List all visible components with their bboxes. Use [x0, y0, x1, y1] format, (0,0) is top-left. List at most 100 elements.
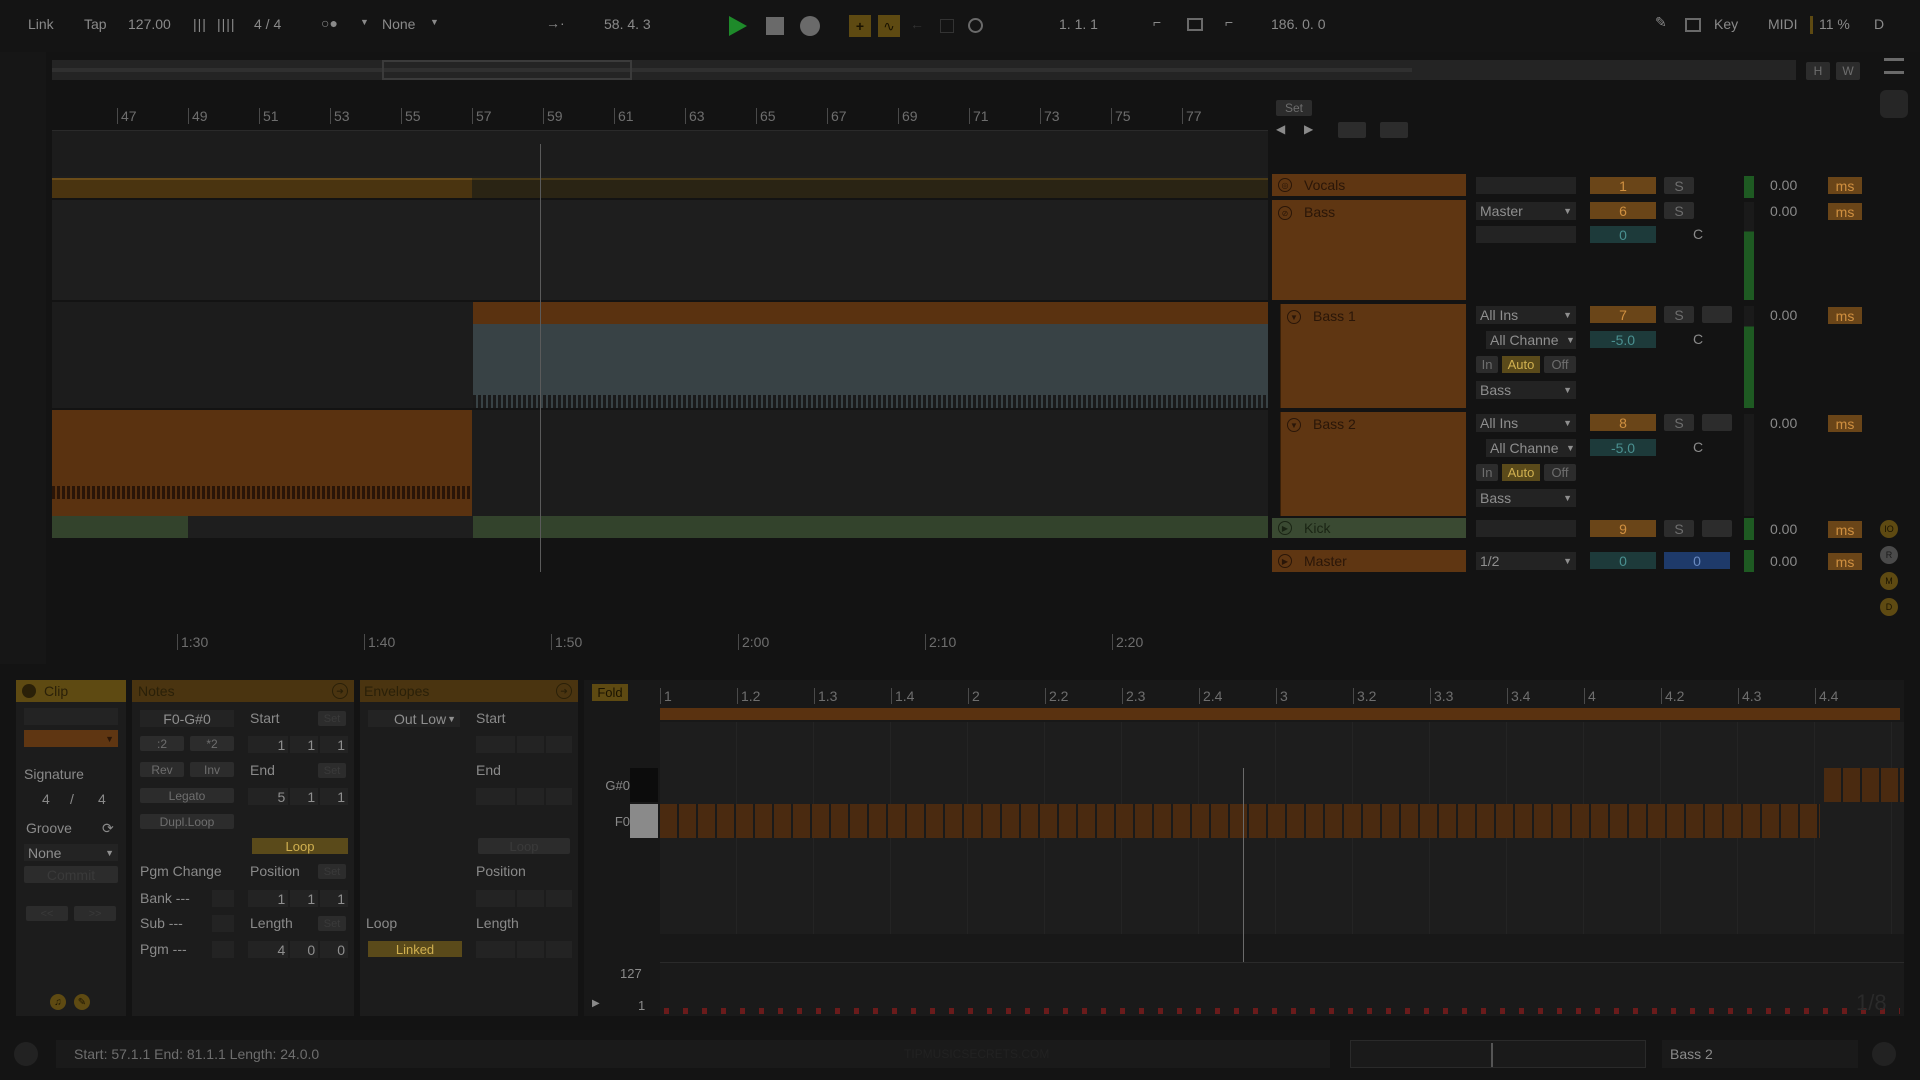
status-end-icon[interactable]	[1872, 1042, 1896, 1066]
vocals-solo[interactable]: S	[1664, 177, 1694, 194]
grid-setting[interactable]: 1/8	[1856, 990, 1887, 1016]
lane-bass[interactable]	[52, 200, 1268, 300]
browser-toggle-icon[interactable]	[1880, 90, 1908, 118]
length-beat-field[interactable]: 0	[290, 941, 319, 958]
master-delay-unit[interactable]: ms	[1828, 553, 1862, 570]
overview-w-button[interactable]: W	[1836, 62, 1860, 80]
kick-solo[interactable]: S	[1664, 520, 1694, 537]
invert-button[interactable]: Inv	[190, 762, 234, 777]
position-bar-field[interactable]: 1	[248, 890, 289, 907]
master-volume-value[interactable]: 0	[1590, 552, 1656, 569]
menu-icon[interactable]	[1884, 58, 1904, 74]
half-button[interactable]: :2	[140, 736, 184, 751]
bass-solo[interactable]: S	[1664, 202, 1694, 219]
sub-field[interactable]: Sub ---	[140, 915, 183, 931]
clip-edit-icon[interactable]: ✎	[74, 994, 90, 1010]
groove-hot-swap-icon[interactable]: ⟳	[102, 820, 114, 837]
lane-vocals[interactable]	[52, 176, 1268, 198]
bass1-clip-header[interactable]	[473, 302, 1268, 324]
track-header-bass-1[interactable]: ▼ Bass 1	[1280, 304, 1466, 408]
nudge-up-icon[interactable]: ||||	[217, 16, 236, 32]
f0-notes[interactable]	[660, 804, 1820, 838]
commit-button[interactable]: Commit	[24, 866, 118, 883]
mixer-toggle-button[interactable]: M	[1880, 572, 1898, 590]
kick-number[interactable]: 9	[1590, 520, 1656, 537]
clip-audio-icon[interactable]: ♫	[50, 994, 66, 1010]
end-sixteenth-field[interactable]: 1	[320, 788, 348, 805]
bass-2-monitor-in[interactable]: In	[1476, 464, 1498, 481]
double-button[interactable]: *2	[190, 736, 234, 751]
time-ruler[interactable]: 1:30 1:40 1:50 2:00 2:10 2:20	[52, 634, 1268, 654]
envelope-start-bar[interactable]	[476, 736, 516, 753]
punch-in-icon[interactable]: ⌐	[1153, 14, 1161, 30]
end-bar-field[interactable]: 5	[248, 788, 289, 805]
vocals-expand-icon[interactable]: ◎	[1278, 178, 1292, 192]
set-button[interactable]: Set	[1276, 100, 1312, 116]
draw-envelope-button[interactable]	[1338, 122, 1366, 138]
loop-toggle-button[interactable]: Loop	[252, 838, 348, 854]
quantize-dropdown[interactable]: None	[382, 16, 415, 32]
bar-ruler[interactable]: 47 49 51 53 55 57 59 61 63 65 67 69 71 7…	[52, 108, 1268, 128]
envelope-linked-button[interactable]: Linked	[368, 941, 462, 957]
envelope-end-sixteenth[interactable]	[545, 788, 572, 805]
next-locator-icon[interactable]: ▶	[1304, 122, 1313, 136]
signature-denominator[interactable]: 4	[98, 791, 106, 807]
track-header-bass-2[interactable]: ▼ Bass 2	[1280, 412, 1466, 516]
bass-2-fold-icon[interactable]: ▼	[1287, 418, 1301, 432]
vocals-input-field[interactable]	[1476, 177, 1576, 194]
loop-icon[interactable]	[968, 18, 983, 33]
vocals-clip[interactable]	[52, 178, 472, 198]
groove-dropdown[interactable]: None ▼	[24, 844, 118, 861]
follow-icon[interactable]: →·	[546, 15, 565, 31]
master-volume[interactable]: 0.00	[1770, 553, 1797, 569]
clip-nav-prev-button[interactable]: <<	[26, 906, 68, 921]
bass-2-number[interactable]: 8	[1590, 414, 1656, 431]
record-button[interactable]	[800, 16, 820, 36]
bass-1-volume[interactable]: 0.00	[1770, 307, 1797, 323]
bass-2-volume-value[interactable]: -5.0	[1590, 439, 1656, 456]
g-sharp-notes[interactable]	[1824, 768, 1904, 802]
position-set-button[interactable]: Set	[318, 864, 346, 879]
midi-ruler[interactable]: 1 1.2 1.3 1.4 2 2.2 2.3 2.4 3 3.2 3.3 3.…	[660, 688, 1904, 706]
envelope-end-bar[interactable]	[476, 788, 516, 805]
bass-volume[interactable]: 0.00	[1770, 203, 1797, 219]
bass-1-pan[interactable]: C	[1693, 331, 1703, 347]
lock-envelope-button[interactable]	[1380, 122, 1408, 138]
bass-2-solo[interactable]: S	[1664, 414, 1694, 431]
session-record-icon[interactable]	[940, 19, 954, 33]
kick-input-field[interactable]	[1476, 520, 1576, 537]
clip-activator-icon[interactable]	[22, 684, 36, 698]
length-sixteenth-field[interactable]: 0	[320, 941, 348, 958]
envelope-position-beat[interactable]	[517, 890, 544, 907]
overdub-button[interactable]: +	[849, 15, 871, 37]
bass-2-monitor-off[interactable]: Off	[1544, 464, 1576, 481]
end-beat-field[interactable]: 1	[290, 788, 319, 805]
length-set-button[interactable]: Set	[318, 916, 346, 931]
back-to-arrangement-icon[interactable]: ←	[910, 16, 924, 32]
io-toggle-button[interactable]: IO	[1880, 520, 1898, 538]
start-set-button[interactable]: Set	[318, 711, 346, 726]
bass1-clip[interactable]	[473, 302, 1268, 408]
arrangement-overview[interactable]	[52, 60, 1796, 80]
vocals-volume[interactable]: 0.00	[1770, 177, 1797, 193]
bass-1-monitor-in[interactable]: In	[1476, 356, 1498, 373]
stop-button[interactable]	[766, 17, 784, 35]
signature-numerator[interactable]: 4	[42, 791, 50, 807]
vocals-clip-2[interactable]	[472, 178, 1268, 198]
kick-arm-icon[interactable]	[1702, 520, 1732, 537]
bass-pan[interactable]: C	[1693, 226, 1703, 242]
envelope-start-beat[interactable]	[517, 736, 544, 753]
loop-start-field[interactable]: 1. 1. 1	[1059, 16, 1098, 32]
returns-toggle-button[interactable]: R	[1880, 546, 1898, 564]
envelopes-panel-menu-icon[interactable]: ➜	[556, 683, 572, 699]
overview-visible-range[interactable]	[382, 60, 632, 80]
bass-output-dropdown[interactable]: Master ▼	[1476, 202, 1576, 220]
loop-brace[interactable]	[660, 708, 1900, 720]
envelope-loop-button[interactable]: Loop	[478, 838, 570, 854]
bass-1-monitor-off[interactable]: Off	[1544, 356, 1576, 373]
bass-delay-unit[interactable]: ms	[1828, 203, 1862, 220]
velocity-expand-icon[interactable]: ▶	[592, 998, 600, 1009]
status-toggle-icon[interactable]	[14, 1042, 38, 1066]
note-range-field[interactable]: F0-G#0	[140, 710, 234, 727]
legato-button[interactable]: Legato	[140, 788, 234, 803]
